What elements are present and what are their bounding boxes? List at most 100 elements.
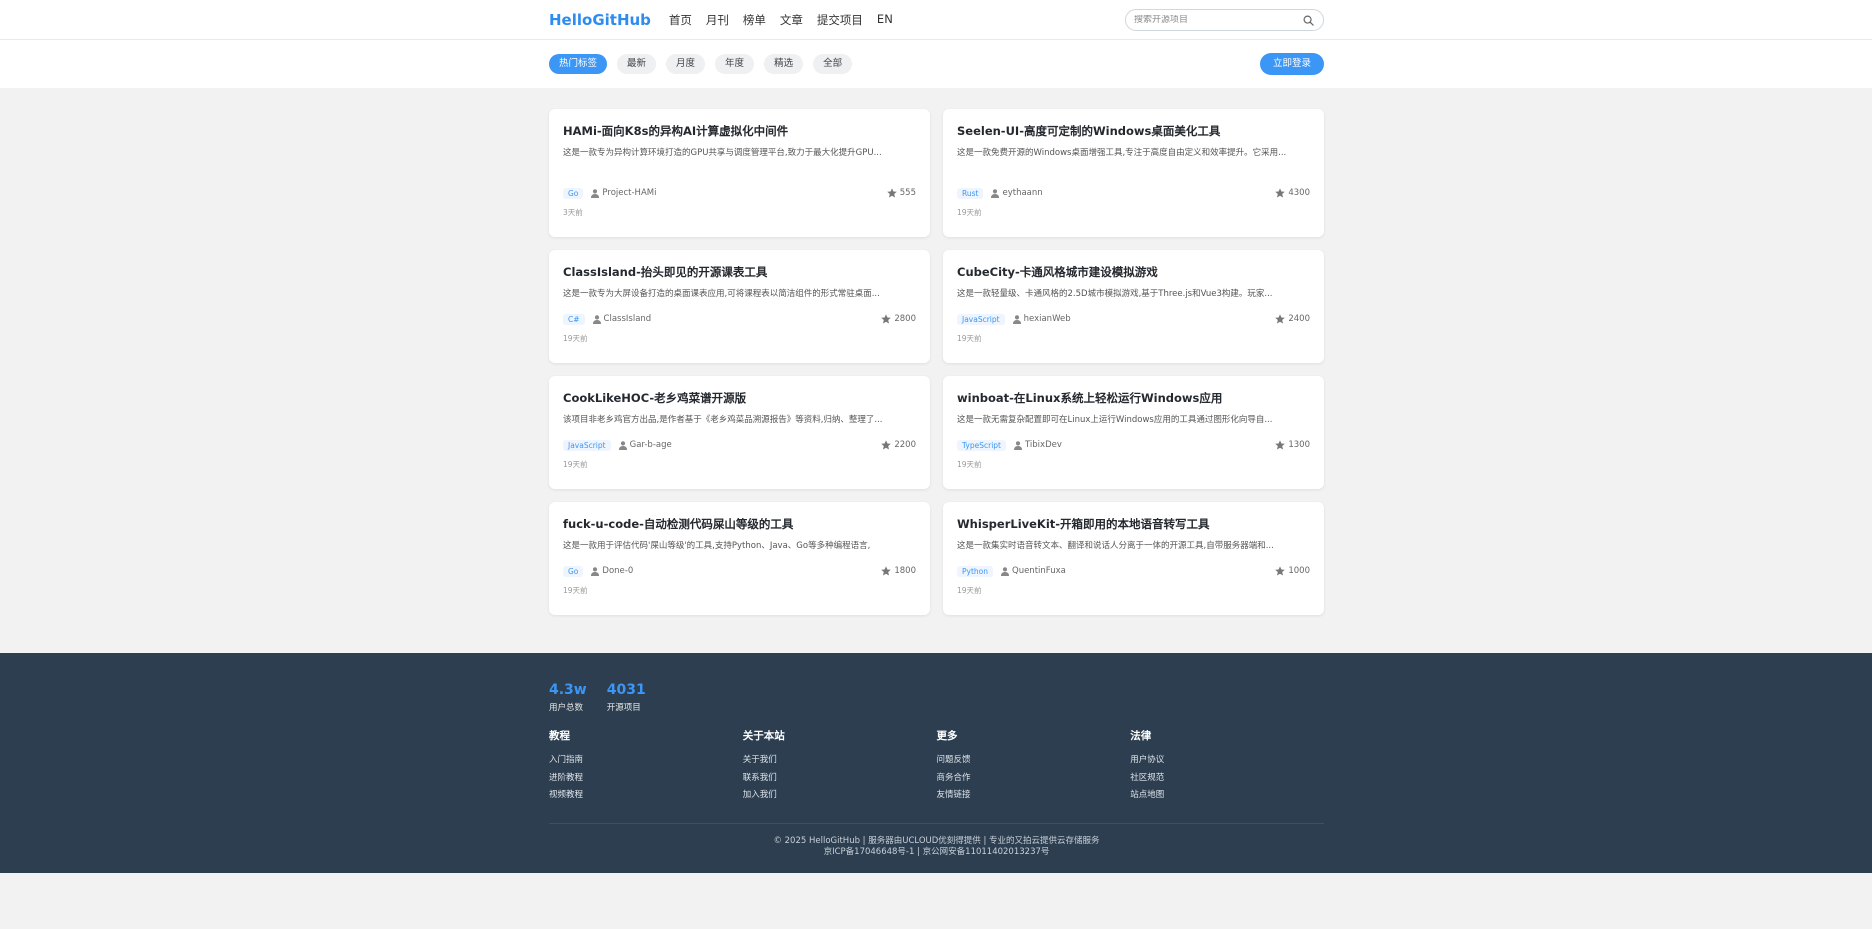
footer-column-legal: 法律 用户协议 社区规范 站点地图 [1130, 728, 1324, 805]
project-title[interactable]: CookLikeHOC-老乡鸡菜谱开源版 [563, 390, 916, 406]
star-icon [881, 314, 892, 324]
language-badge[interactable]: Rust [957, 187, 984, 199]
stat-label: 用户总数 [549, 703, 584, 713]
nav-rankings[interactable]: 榜单 [743, 12, 766, 28]
project-card[interactable]: fuck-u-code-自动检测代码屎山等级的工具 这是一款用于评估代码'屎山等… [549, 502, 930, 615]
language-badge[interactable]: Go [563, 565, 584, 577]
tag-hot[interactable]: 热门标签 [549, 54, 608, 74]
project-card[interactable]: winboat-在Linux系统上轻松运行Windows应用 这是一款无需复杂配… [943, 376, 1324, 489]
footer-link[interactable]: 社区规范 [1130, 770, 1324, 788]
project-card[interactable]: Seelen-UI-高度可定制的Windows桌面美化工具 这是一款免费开源的W… [943, 109, 1324, 237]
copyright-line: © 2025 HelloGitHub | 服务器由UCLOUD优刻得提供 | 专… [773, 836, 1100, 846]
user-icon [1013, 440, 1022, 450]
project-card[interactable]: WhisperLiveKit-开箱即用的本地语音转写工具 这是一款集实时语音转文… [943, 502, 1324, 615]
footer-link[interactable]: 关于我们 [743, 752, 937, 770]
footer-link[interactable]: 商务合作 [937, 770, 1131, 788]
footer-columns: 教程 入门指南 进阶教程 视频教程 关于本站 关于我们 联系我们 加入我们 更多… [549, 728, 1324, 805]
footer-divider [549, 823, 1324, 824]
project-author[interactable]: Done-0 [591, 566, 633, 576]
footer-link[interactable]: 友情链接 [937, 787, 1131, 805]
project-title[interactable]: CubeCity-卡通风格城市建设模拟游戏 [957, 264, 1310, 280]
author-name: Done-0 [602, 566, 634, 576]
project-title[interactable]: Seelen-UI-高度可定制的Windows桌面美化工具 [957, 123, 1310, 139]
star-number: 4300 [1288, 188, 1310, 198]
project-meta: Python QuentinFuxa 1000 [957, 564, 1310, 578]
footer-link[interactable]: 问题反馈 [937, 752, 1131, 770]
project-meta: JavaScript hexianWeb 2400 [957, 312, 1310, 326]
footer-link[interactable]: 用户协议 [1130, 752, 1324, 770]
nav-language-en[interactable]: EN [877, 12, 893, 28]
project-author[interactable]: eythaann [991, 188, 1043, 198]
star-icon [1275, 440, 1286, 450]
published-time: 19天前 [563, 586, 588, 595]
project-title[interactable]: HAMi-面向K8s的异构AI计算虚拟化中间件 [563, 123, 916, 139]
star-count: 2800 [881, 314, 916, 324]
project-card[interactable]: HAMi-面向K8s的异构AI计算虚拟化中间件 这是一款专为异构计算环境打造的G… [549, 109, 930, 237]
search-input[interactable] [1134, 15, 1301, 25]
footer-link[interactable]: 站点地图 [1130, 787, 1324, 805]
star-number: 1800 [894, 566, 916, 576]
login-button[interactable]: 立即登录 [1259, 53, 1324, 75]
footer-link[interactable]: 加入我们 [743, 787, 937, 805]
project-description: 这是一款专为大屏设备打造的桌面课表应用,可将课程表以简洁组件的形式常驻桌面... [563, 289, 880, 299]
star-count: 2200 [881, 440, 916, 450]
project-description: 这是一款专为异构计算环境打造的GPU共享与调度管理平台,致力于最大化提升GPU.… [563, 148, 882, 158]
footer-link[interactable]: 视频教程 [549, 787, 743, 805]
published-time: 3天前 [563, 208, 583, 217]
site-logo[interactable]: HelloGitHub [549, 11, 651, 29]
nav-monthly[interactable]: 月刊 [706, 12, 729, 28]
project-author[interactable]: ClassIsland [592, 314, 651, 324]
tag-latest[interactable]: 最新 [617, 54, 657, 74]
language-badge[interactable]: JavaScript [957, 313, 1005, 325]
star-count: 2400 [1275, 314, 1310, 324]
tag-all[interactable]: 全部 [813, 54, 853, 74]
language-badge[interactable]: C# [563, 313, 585, 325]
star-number: 2200 [894, 440, 916, 450]
star-icon [1275, 188, 1286, 198]
star-count: 555 [886, 188, 916, 198]
stat-number: 4031 [606, 682, 646, 698]
project-meta: Go Project-HAMi 555 [563, 186, 916, 200]
language-badge[interactable]: JavaScript [563, 439, 611, 451]
stat-users: 4.3w 用户总数 [549, 682, 587, 713]
footer-link[interactable]: 入门指南 [549, 752, 743, 770]
footer-link[interactable]: 联系我们 [743, 770, 937, 788]
user-icon [592, 314, 601, 324]
project-grid: HAMi-面向K8s的异构AI计算虚拟化中间件 这是一款专为异构计算环境打造的G… [549, 88, 1324, 615]
user-icon [1012, 314, 1021, 324]
project-card[interactable]: CubeCity-卡通风格城市建设模拟游戏 这是一款轻量级、卡通风格的2.5D城… [943, 250, 1324, 363]
tag-yearly[interactable]: 年度 [715, 54, 755, 74]
language-badge[interactable]: Python [957, 565, 993, 577]
star-number: 2400 [1288, 314, 1310, 324]
footer-link[interactable]: 进阶教程 [549, 770, 743, 788]
language-badge[interactable]: Go [563, 187, 584, 199]
tag-featured[interactable]: 精选 [764, 54, 804, 74]
tag-monthly[interactable]: 月度 [666, 54, 706, 74]
star-icon [881, 566, 892, 576]
nav-articles[interactable]: 文章 [780, 12, 803, 28]
project-author[interactable]: Gar-b-age [618, 440, 672, 450]
project-title[interactable]: ClassIsland-抬头即见的开源课表工具 [563, 264, 916, 280]
project-author[interactable]: Project-HAMi [591, 188, 656, 198]
language-badge[interactable]: TypeScript [957, 439, 1006, 451]
project-author[interactable]: QuentinFuxa [1001, 566, 1066, 576]
icp-line[interactable]: 京ICP备17046648号-1 | 京公网安备11011402013237号 [549, 847, 1324, 858]
project-card[interactable]: ClassIsland-抬头即见的开源课表工具 这是一款专为大屏设备打造的桌面课… [549, 250, 930, 363]
project-title[interactable]: WhisperLiveKit-开箱即用的本地语音转写工具 [957, 516, 1310, 532]
project-meta: Go Done-0 1800 [563, 564, 916, 578]
project-description: 这是一款免费开源的Windows桌面增强工具,专注于高度自由定义和效率提升。它采… [957, 148, 1287, 158]
project-card[interactable]: CookLikeHOC-老乡鸡菜谱开源版 该项目非老乡鸡官方出品,是作者基于《老… [549, 376, 930, 489]
published-time: 19天前 [563, 460, 588, 469]
footer-column-about: 关于本站 关于我们 联系我们 加入我们 [743, 728, 937, 805]
project-author[interactable]: hexianWeb [1012, 314, 1071, 324]
project-description: 该项目非老乡鸡官方出品,是作者基于《老乡鸡菜品溯源报告》等资料,归纳、整理了..… [563, 415, 883, 425]
footer-column-title: 教程 [549, 730, 570, 742]
nav-submit[interactable]: 提交项目 [817, 12, 863, 28]
project-title[interactable]: winboat-在Linux系统上轻松运行Windows应用 [957, 390, 1310, 406]
nav-home[interactable]: 首页 [669, 12, 692, 28]
project-meta: Rust eythaann 4300 [957, 186, 1310, 200]
search-icon[interactable] [1301, 13, 1315, 27]
project-author[interactable]: TibixDev [1013, 440, 1062, 450]
project-title[interactable]: fuck-u-code-自动检测代码屎山等级的工具 [563, 516, 916, 532]
top-header: HelloGitHub 首页 月刊 榜单 文章 提交项目 EN [0, 0, 1872, 40]
